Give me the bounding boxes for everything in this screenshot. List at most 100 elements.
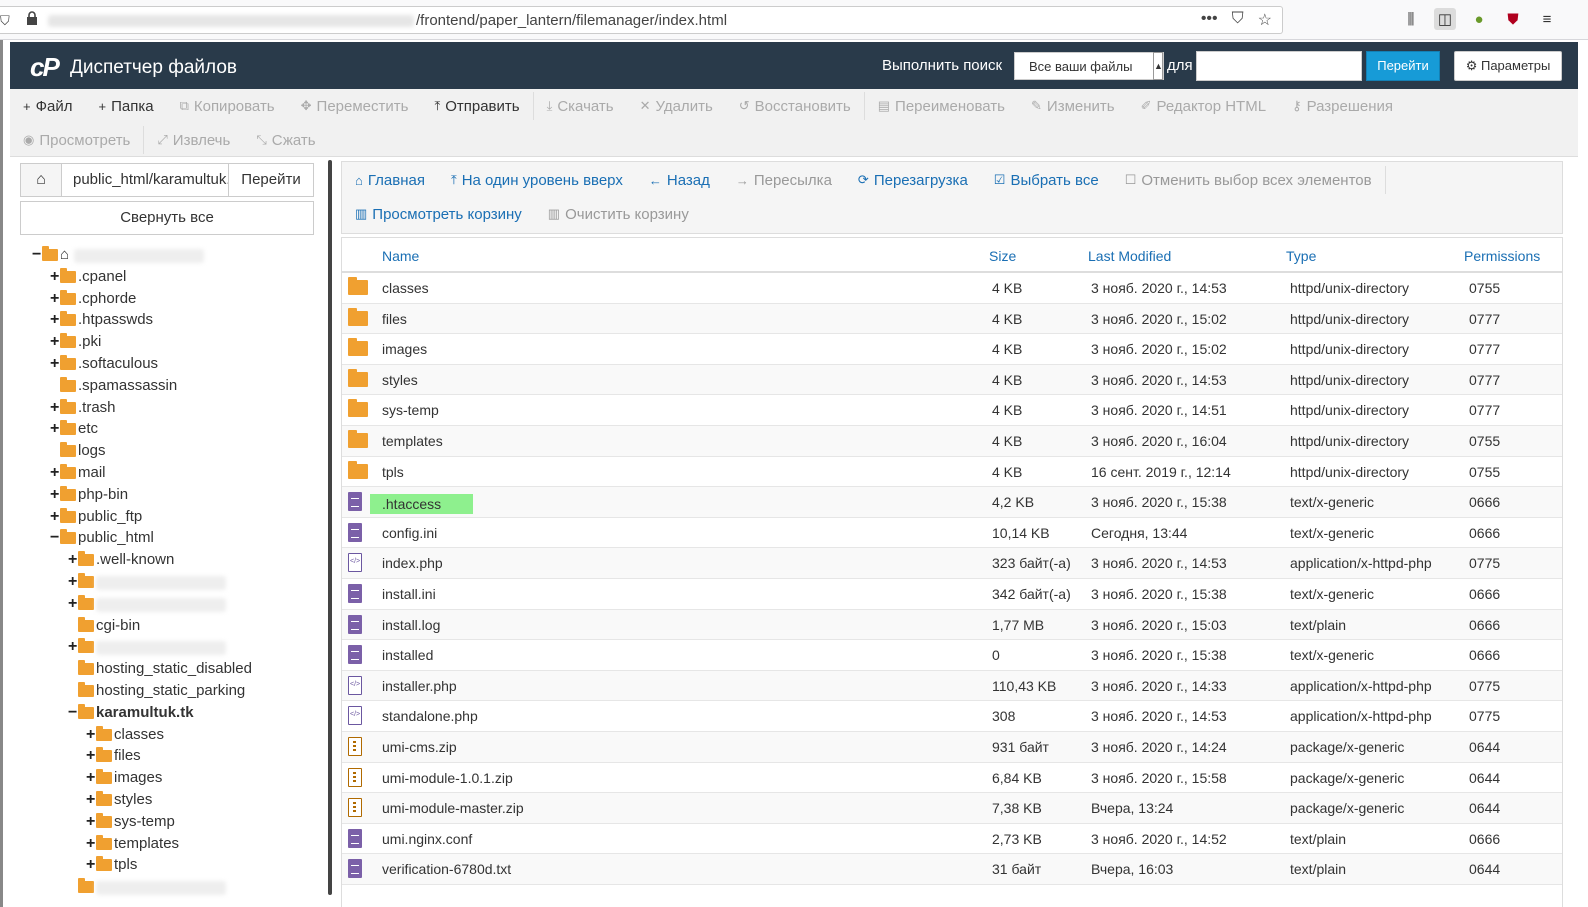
settings-button[interactable]: ⚙ Параметры xyxy=(1454,51,1562,81)
tree-item[interactable]: hosting_static_parking xyxy=(10,681,328,703)
nav-row1-button-3[interactable]: → Пересылка xyxy=(723,163,845,197)
column-permissions-header[interactable]: Permissions xyxy=(1464,248,1540,264)
table-row[interactable]: installer.php 110,43 KB 3 нояб. 2020 г., 1… xyxy=(342,670,1562,702)
file-name[interactable]: umi-module-1.0.1.zip xyxy=(382,770,513,786)
table-row[interactable]: verification-6780d.txt 31 байт Вчера, 16:0… xyxy=(342,854,1562,885)
search-input[interactable] xyxy=(1196,51,1362,81)
table-row[interactable]: images 4 KB 3 нояб. 2020 г., 15:02 httpd/un… xyxy=(342,334,1562,365)
tree-item[interactable]: + styles xyxy=(10,790,328,812)
tree-item[interactable]: hosting_static_disabled xyxy=(10,659,328,681)
file-name[interactable]: umi.nginx.conf xyxy=(382,831,472,847)
file-name[interactable]: sys-temp xyxy=(382,402,439,418)
nav-row1-button-2[interactable]: ← Назад xyxy=(636,163,723,197)
home-button[interactable]: ⌂ xyxy=(20,163,62,197)
toolbar-row2-button-1[interactable]: ⤢ Извлечь xyxy=(144,123,243,157)
tree-item[interactable]: + public_ftp xyxy=(10,507,328,529)
tree-item[interactable]: + .htpasswds xyxy=(10,310,328,332)
table-row[interactable]: standalone.php 308 3 нояб. 2020 г., 14:53 a… xyxy=(342,701,1562,732)
table-row[interactable]: .htaccess 4,2 KB 3 нояб. 2020 г., 15:38 tex… xyxy=(342,487,1562,518)
file-name[interactable]: umi-module-master.zip xyxy=(382,800,524,816)
toolbar-row1-button-8[interactable]: ▤ Переименовать xyxy=(865,89,1018,123)
file-name[interactable]: standalone.php xyxy=(382,708,478,724)
star-icon[interactable]: ☆ xyxy=(1258,10,1272,30)
table-row[interactable]: templates 4 KB 3 нояб. 2020 г., 16:04 httpd… xyxy=(342,425,1562,457)
cpanel-logo[interactable]: cP xyxy=(30,52,60,83)
tree-item[interactable]: + .softaculous xyxy=(10,354,328,376)
table-row[interactable]: index.php 323 байт(-а) 3 нояб. 2020 г., 14… xyxy=(342,548,1562,579)
toolbar-row1-button-4[interactable]: ⤒ Отправить xyxy=(421,89,532,123)
tree-item[interactable]: + php-bin xyxy=(10,485,328,507)
toolbar-row1-button-2[interactable]: ⧉ Копировать xyxy=(167,89,288,123)
file-name[interactable]: .htaccess xyxy=(370,494,474,515)
library-icon[interactable]: ⫼ xyxy=(1400,8,1422,30)
tree-item[interactable]: + sys-temp xyxy=(10,812,328,834)
panel-resize-handle[interactable] xyxy=(328,160,332,895)
toolbar-row2-button-2[interactable]: ⤡ Сжать xyxy=(243,123,328,157)
lock-icon[interactable] xyxy=(26,11,38,25)
tree-item[interactable]: + xyxy=(10,572,328,594)
toolbar-row1-button-1[interactable]: + Папка xyxy=(85,89,166,123)
table-row[interactable]: files 4 KB 3 нояб. 2020 г., 15:02 httpd/uni… xyxy=(342,303,1562,335)
file-name[interactable]: tpls xyxy=(382,464,404,480)
url-text[interactable]: /frontend/paper_lantern/filemanager/inde… xyxy=(416,12,727,29)
tree-item[interactable]: − karamultuk.tk xyxy=(10,703,328,725)
nav-row2-button-1[interactable]: ▥ Очистить корзину xyxy=(535,197,702,231)
tree-item[interactable]: + .cphorde xyxy=(10,289,328,311)
leaf-icon[interactable]: ● xyxy=(1468,8,1490,30)
tree-item[interactable]: − public_html xyxy=(10,528,328,550)
tree-item[interactable]: + etc xyxy=(10,419,328,441)
chevron-down-icon[interactable]: ▲ xyxy=(1153,52,1163,80)
tree-item[interactable]: + .trash xyxy=(10,398,328,420)
column-size-header[interactable]: Size xyxy=(989,248,1016,264)
nav-row1-button-4[interactable]: ⟳ Перезагрузка xyxy=(845,163,981,197)
column-name-header[interactable]: Name xyxy=(382,248,419,264)
url-bar[interactable]: ⛉ /frontend/paper_lantern/filemanager/in… xyxy=(0,6,1283,34)
tree-item[interactable]: + images xyxy=(10,768,328,790)
ublock-icon[interactable]: ⛊ xyxy=(1502,8,1524,30)
tree-item[interactable]: + files xyxy=(10,746,328,768)
table-row[interactable]: config.ini 10,14 KB Сегодня, 13:44 text/x-g… xyxy=(342,518,1562,549)
tree-item[interactable]: + .cpanel xyxy=(10,267,328,289)
tree-item[interactable]: + templates xyxy=(10,834,328,856)
table-row[interactable]: classes 4 KB 3 нояб. 2020 г., 14:53 httpd/u… xyxy=(342,273,1562,304)
tree-item[interactable]: + classes xyxy=(10,725,328,747)
nav-row1-button-1[interactable]: ⤒ На один уровень вверх xyxy=(438,163,636,197)
nav-row2-button-0[interactable]: ▥ Просмотреть корзину xyxy=(342,197,535,231)
tree-item[interactable]: .spamassassin xyxy=(10,376,328,398)
pocket-icon[interactable]: ⛉ xyxy=(1232,10,1244,30)
table-row[interactable]: install.log 1,77 MB 3 нояб. 2020 г., 15:03… xyxy=(342,609,1562,641)
table-row[interactable]: install.ini 342 байт(-а) 3 нояб. 2020 г., … xyxy=(342,579,1562,610)
toolbar-row1-button-3[interactable]: ✥ Переместить xyxy=(288,89,422,123)
nav-row1-button-0[interactable]: ⌂ Главная xyxy=(342,163,438,197)
table-row[interactable]: installed 0 3 нояб. 2020 г., 15:38 text/x-g… xyxy=(342,640,1562,671)
file-name[interactable]: index.php xyxy=(382,555,443,571)
tree-item[interactable]: + xyxy=(10,637,328,659)
shield-icon[interactable]: ⛉ xyxy=(0,13,10,29)
tree-item[interactable]: + .pki xyxy=(10,332,328,354)
table-row[interactable]: umi-module-1.0.1.zip 6,84 KB 3 нояб. 2020 … xyxy=(342,763,1562,794)
table-row[interactable]: umi-cms.zip 931 байт 3 нояб. 2020 г., 14:2… xyxy=(342,731,1562,763)
toolbar-row1-button-7[interactable]: ↺ Восстановить xyxy=(726,89,864,123)
path-go-button[interactable]: Перейти xyxy=(228,163,314,197)
tree-item[interactable]: − ⌂ xyxy=(10,245,328,267)
file-name[interactable]: files xyxy=(382,311,407,327)
file-name[interactable]: templates xyxy=(382,433,443,449)
toolbar-row1-button-10[interactable]: ✐ Редактор HTML xyxy=(1128,89,1279,123)
tree-item[interactable]: + tpls xyxy=(10,855,328,877)
file-name[interactable]: styles xyxy=(382,372,418,388)
table-row[interactable]: styles 4 KB 3 нояб. 2020 г., 14:53 httpd/un… xyxy=(342,364,1562,396)
toolbar-row1-button-6[interactable]: ✕ Удалить xyxy=(627,89,726,123)
table-row[interactable]: umi-module-master.zip 7,38 KB Вчера, 13:24… xyxy=(342,793,1562,824)
toolbar-row1-button-9[interactable]: ✎ Изменить xyxy=(1018,89,1128,123)
tree-item[interactable] xyxy=(10,877,328,899)
file-name[interactable]: config.ini xyxy=(382,525,437,541)
menu-icon[interactable]: ≡ xyxy=(1536,8,1558,30)
tree-item[interactable]: + mail xyxy=(10,463,328,485)
file-name[interactable]: installed xyxy=(382,647,433,663)
file-name[interactable]: verification-6780d.txt xyxy=(382,861,511,877)
sidebar-icon[interactable]: ◫ xyxy=(1434,8,1456,30)
file-name[interactable]: installer.php xyxy=(382,678,457,694)
file-name[interactable]: classes xyxy=(382,280,429,296)
tree-item[interactable]: cgi-bin xyxy=(10,616,328,638)
search-go-button[interactable]: Перейти xyxy=(1366,51,1440,81)
